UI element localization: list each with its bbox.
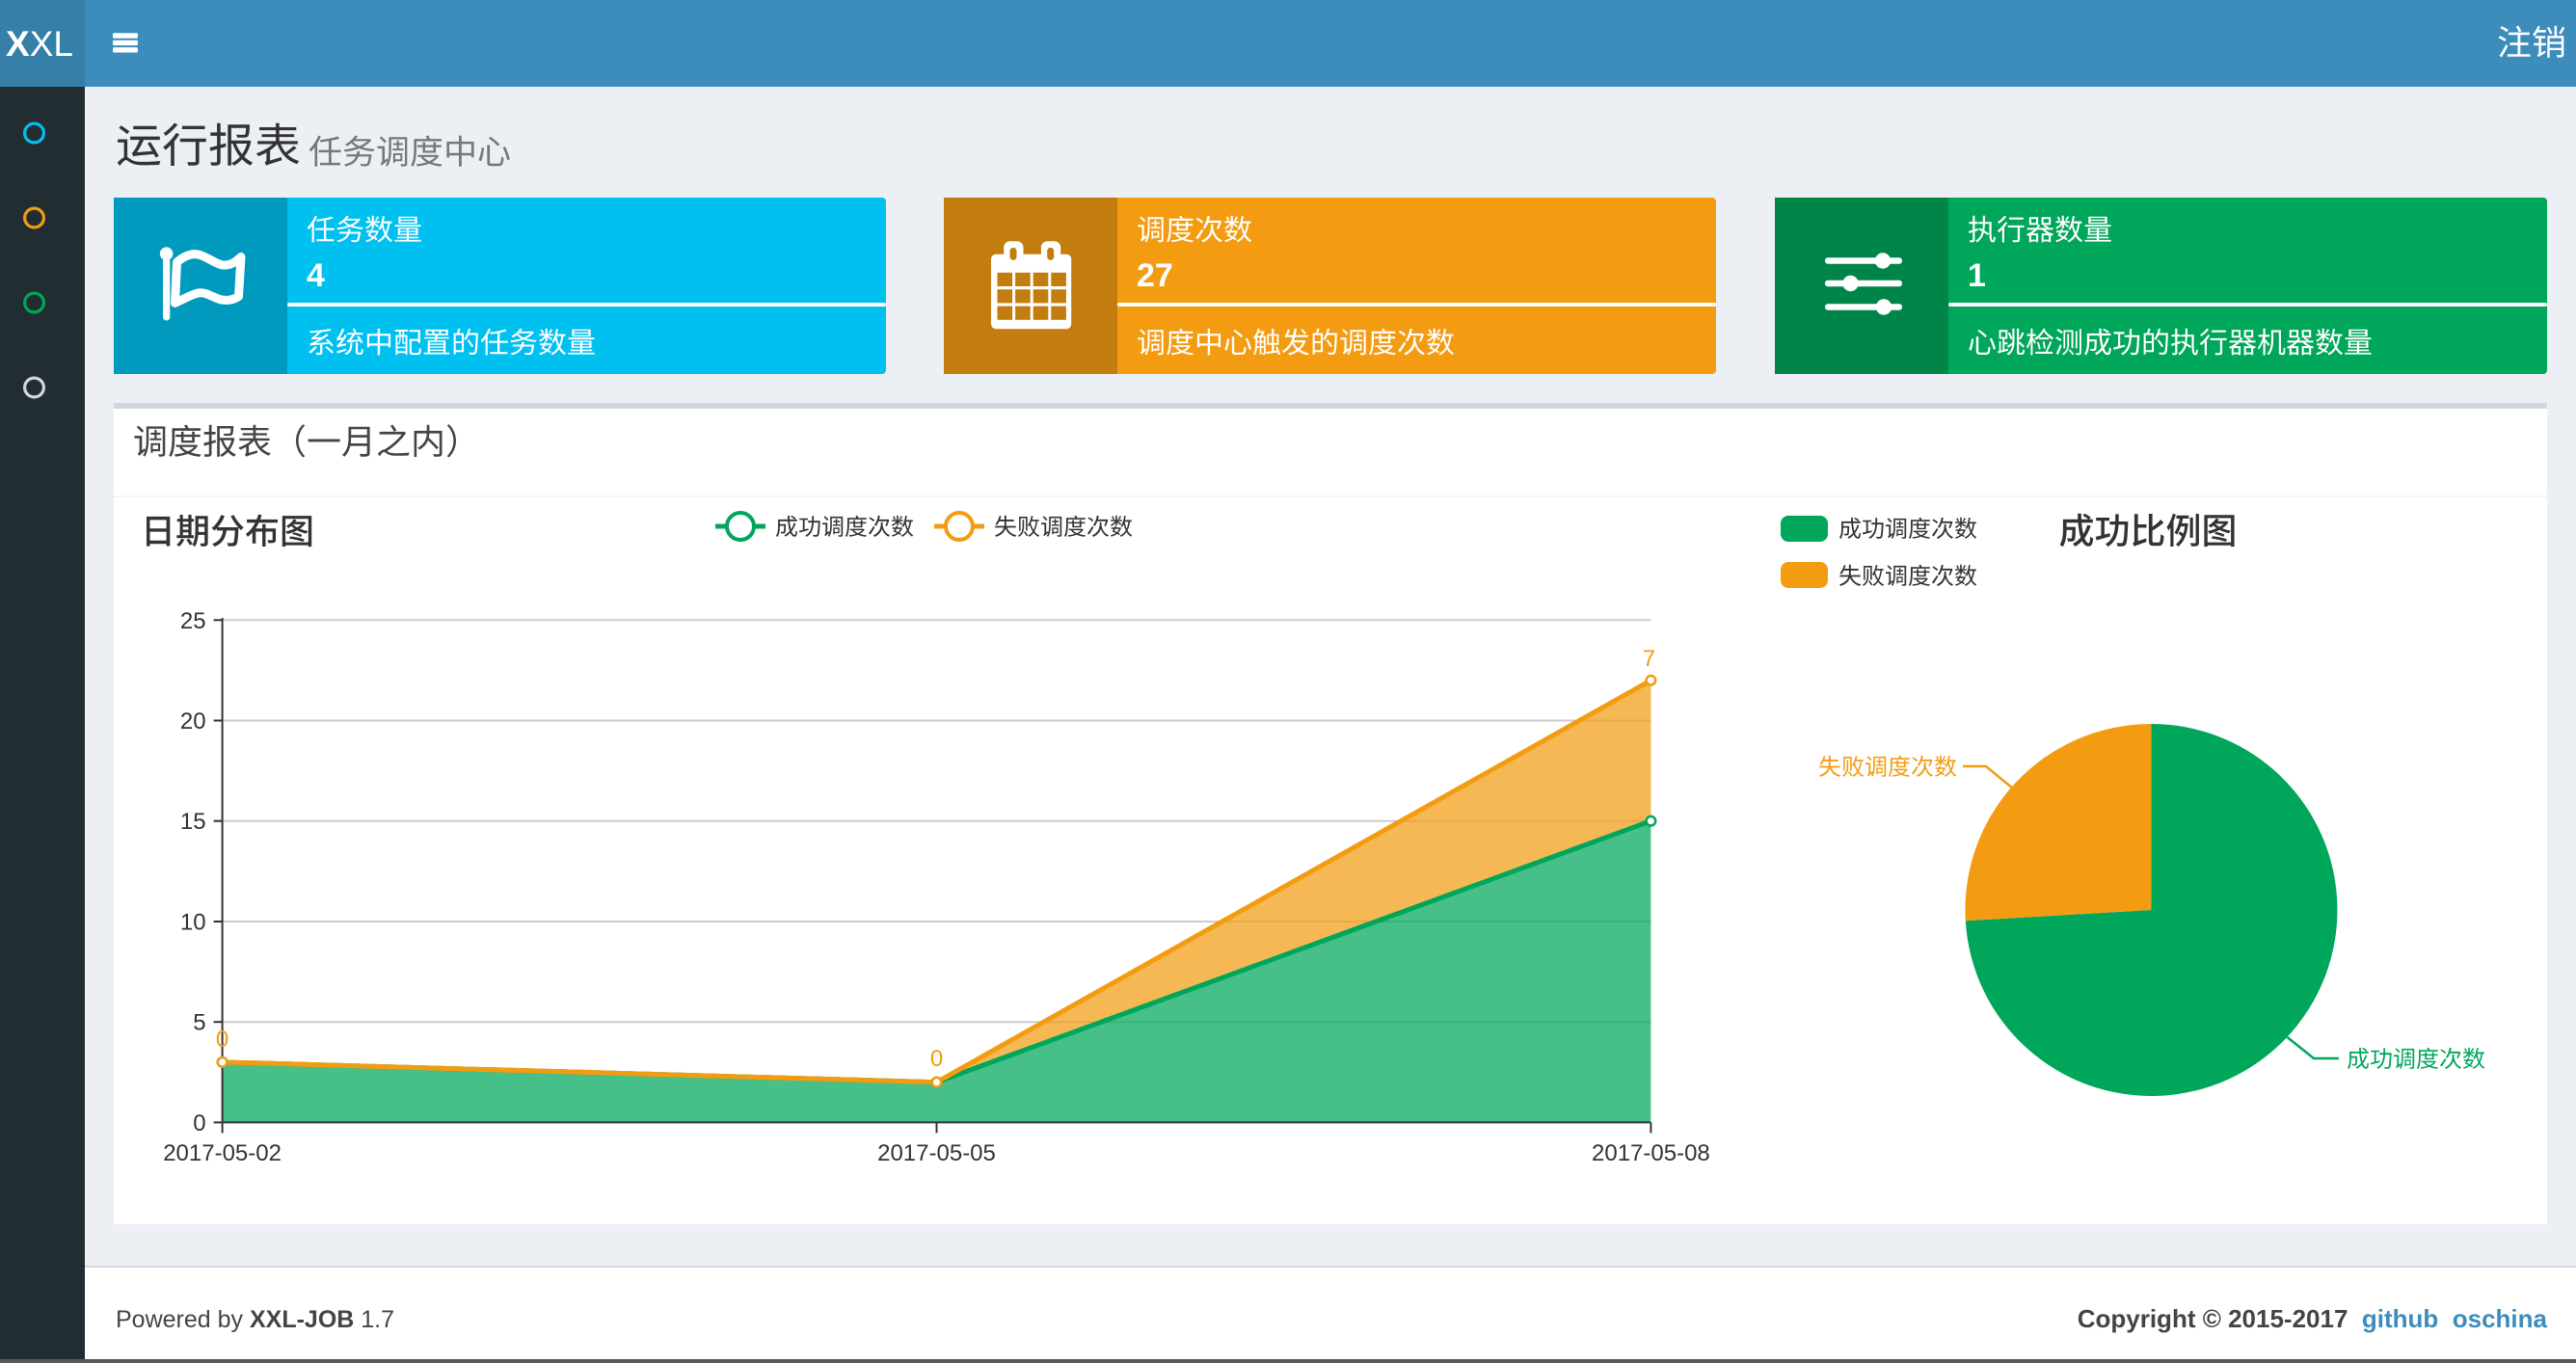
svg-text:15: 15	[180, 809, 206, 835]
svg-text:4: 4	[307, 257, 325, 294]
svg-text:Copyright © 2015-2017 github: Copyright © 2015-2017 github oschina	[2078, 1304, 2548, 1333]
svg-text:20: 20	[180, 708, 206, 735]
svg-text:27: 27	[1137, 257, 1173, 294]
svg-text:25: 25	[180, 608, 206, 634]
svg-text:Powered by XXL-JOB 1.7: Powered by XXL-JOB 1.7	[116, 1306, 394, 1333]
svg-text:XXL: XXL	[6, 24, 73, 64]
svg-text:2017-05-05: 2017-05-05	[877, 1140, 996, 1166]
svg-text:0: 0	[216, 1027, 228, 1053]
svg-text:1: 1	[1968, 257, 1986, 294]
svg-text:7: 7	[1643, 646, 1655, 672]
svg-text:5: 5	[193, 1010, 205, 1036]
svg-text:2017-05-02: 2017-05-02	[163, 1140, 282, 1166]
svg-text:0: 0	[193, 1110, 205, 1136]
svg-text:0: 0	[930, 1046, 943, 1072]
svg-text:10: 10	[180, 910, 206, 936]
svg-text:2017-05-08: 2017-05-08	[1592, 1140, 1710, 1166]
